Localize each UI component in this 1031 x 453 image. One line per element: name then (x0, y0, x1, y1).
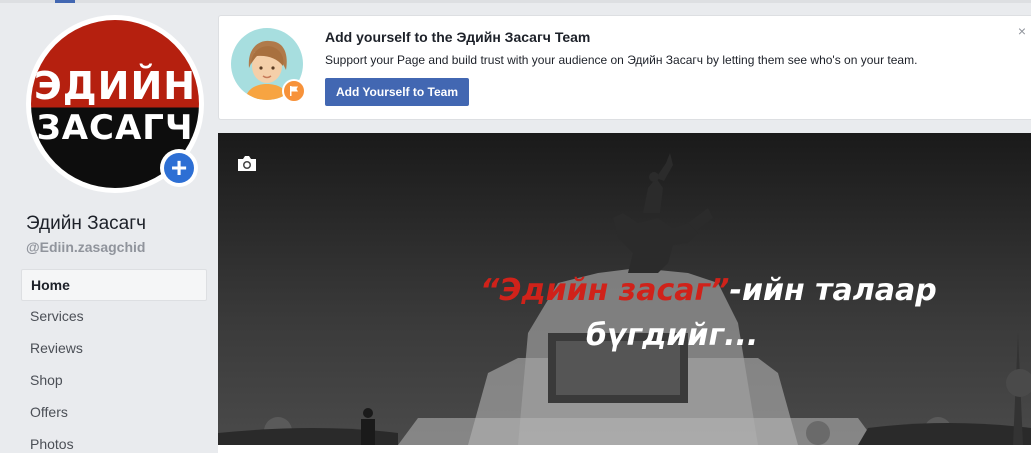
cover-line1-rest: -ийн талаар (729, 273, 937, 308)
banner-title: Add yourself to the Эдийн Засагч Team (325, 29, 591, 45)
page-nav: Home Services Reviews Shop Offers Photos (21, 269, 207, 453)
content-area-top (218, 445, 1031, 453)
nav-item-services[interactable]: Services (21, 301, 207, 333)
cover-quote-open: “ (480, 273, 500, 308)
cover-highlight: Эдийн засаг (499, 273, 711, 308)
nav-item-reviews[interactable]: Reviews (21, 333, 207, 365)
logo-text-line2: ЗАСАГЧ (36, 108, 194, 148)
logo-text-line1: ЭДИЙН (33, 64, 197, 108)
flag-icon (282, 79, 306, 103)
cover-headline-line2: бүгдийг... (586, 318, 759, 353)
nav-item-photos[interactable]: Photos (21, 429, 207, 453)
update-profile-picture-button[interactable]: + (160, 149, 198, 187)
camera-icon[interactable] (236, 155, 258, 178)
cover-photo[interactable]: “Эдийн засаг”-ийн талаар бүгдийг... (218, 133, 1031, 445)
page-username[interactable]: @Ediin.zasagchid (26, 239, 145, 255)
nav-item-shop[interactable]: Shop (21, 365, 207, 397)
cover-headline-line1: “Эдийн засаг”-ийн талаар (480, 273, 937, 308)
nav-item-home[interactable]: Home (21, 269, 207, 301)
close-icon[interactable]: × (1018, 24, 1026, 38)
nav-item-offers[interactable]: Offers (21, 397, 207, 429)
page-sidebar: ЭДИЙН ЗАСАГЧ + Эдийн Засагч @Ediin.zasag… (0, 3, 217, 453)
add-to-team-banner: Add yourself to the Эдийн Засагч Team Su… (218, 15, 1031, 120)
banner-description: Support your Page and build trust with y… (325, 53, 918, 67)
cover-quote-close: ” (710, 273, 730, 308)
add-yourself-to-team-button[interactable]: Add Yourself to Team (325, 78, 469, 106)
plus-icon: + (164, 153, 194, 183)
page-title[interactable]: Эдийн Засагч (26, 213, 146, 235)
